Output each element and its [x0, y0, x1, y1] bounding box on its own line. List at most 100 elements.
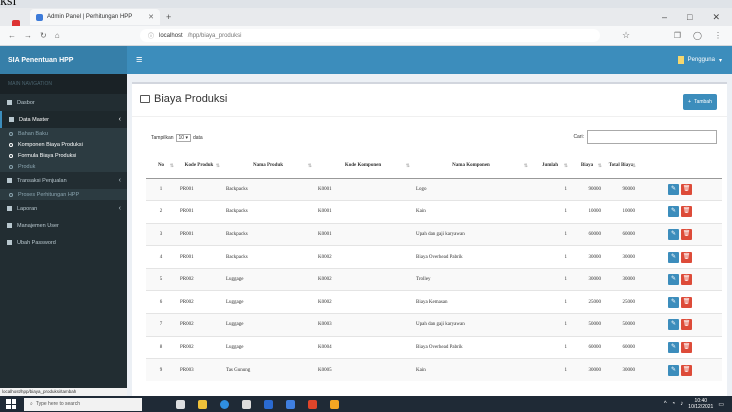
edit-button[interactable]: ✎: [668, 251, 679, 263]
sidebar-subitem-bahan-baku[interactable]: Bahan Baku: [0, 128, 127, 139]
sidebar-subitem-label: Komponen Biaya Produksi: [18, 141, 83, 148]
task-view-icon[interactable]: [176, 399, 185, 409]
url-field[interactable]: ⓘ localhost /hpp/biaya_produksi: [140, 29, 600, 42]
sidebar-subitem-komponen-biaya[interactable]: Komponen Biaya Produksi: [0, 139, 127, 150]
file-explorer-icon[interactable]: [198, 399, 207, 409]
column-header[interactable]: [638, 154, 722, 179]
sidebar-item-ubah-password[interactable]: Ubah Password: [0, 234, 127, 251]
app-brand[interactable]: SIA Penentuan HPP: [0, 46, 127, 74]
edit-button[interactable]: ✎: [668, 319, 679, 331]
maximize-icon[interactable]: □: [687, 12, 692, 23]
cell-actions: ✎ 🗑: [638, 245, 722, 269]
windows-start-icon[interactable]: [6, 399, 16, 409]
edit-button[interactable]: ✎: [668, 296, 679, 308]
cell-total: 90000: [604, 177, 638, 201]
sidebar-header: MAIN NAVIGATION: [0, 74, 127, 94]
chevron-icon: ‹: [118, 177, 121, 184]
column-header[interactable]: Nama Produk ⇅: [222, 154, 314, 179]
edit-button[interactable]: ✎: [668, 341, 679, 353]
column-header[interactable]: No ⇅: [146, 154, 176, 179]
reload-icon[interactable]: ↻: [40, 31, 47, 40]
delete-button[interactable]: 🗑: [681, 183, 692, 195]
new-tab-button[interactable]: +: [166, 12, 171, 22]
column-header[interactable]: Biaya ⇅: [570, 154, 604, 179]
volume-icon[interactable]: ♪: [680, 401, 683, 407]
delete-button[interactable]: 🗑: [681, 228, 692, 240]
hamburger-menu-icon[interactable]: ≡: [136, 54, 142, 66]
home-icon[interactable]: ⌂: [55, 31, 60, 40]
word-icon[interactable]: [264, 399, 273, 409]
sidebar-subitem-formula-biaya[interactable]: Formula Biaya Produksi: [0, 150, 127, 161]
bookmark-star-icon[interactable]: ☆: [622, 30, 630, 41]
back-icon[interactable]: ←: [8, 31, 16, 40]
add-button[interactable]: + Tambah: [683, 94, 717, 110]
delete-button[interactable]: 🗑: [681, 251, 692, 263]
app-icon[interactable]: [308, 399, 317, 409]
sort-icon[interactable]: ⇅: [524, 163, 528, 169]
cell-kode-produk: PR002: [176, 290, 222, 314]
notification-icon[interactable]: ▭: [718, 401, 724, 408]
sidebar-item-transaksi[interactable]: Transaksi Penjualan ‹: [0, 172, 127, 189]
menu-icon[interactable]: ⋮: [714, 31, 722, 40]
browser-tab[interactable]: Admin Panel | Perhitungan HPP ✕: [30, 9, 160, 25]
column-header-label: Biaya: [580, 163, 594, 169]
edit-button[interactable]: ✎: [668, 274, 679, 286]
column-header[interactable]: Nama Komponen ⇅: [412, 154, 530, 179]
cell-actions: ✎ 🗑: [638, 358, 722, 382]
store-icon[interactable]: [242, 399, 251, 409]
table-row: 8 PR002 Luggage K0004 Biaya Overhead Pabrik 1…: [146, 335, 722, 359]
tray-caret-icon[interactable]: ^: [664, 401, 667, 407]
edit-button[interactable]: ✎: [668, 228, 679, 240]
sidebar-subitem-produk[interactable]: Produk: [0, 161, 127, 172]
user-menu[interactable]: Pengguna ▾: [677, 56, 732, 64]
column-header[interactable]: Total Biaya ⇅: [604, 154, 638, 179]
edit-button[interactable]: ✎: [668, 364, 679, 376]
app-icon[interactable]: [286, 399, 295, 409]
edit-button[interactable]: ✎: [668, 206, 679, 218]
delete-button[interactable]: 🗑: [681, 274, 692, 286]
taskbar-search-input[interactable]: ⌕ Type here to search: [24, 397, 142, 411]
sort-icon[interactable]: ⇅: [216, 163, 220, 169]
sort-icon[interactable]: ⇅: [406, 163, 410, 169]
cell-total: 25000: [604, 290, 638, 314]
sidebar-item-label: Dasbor: [17, 99, 35, 106]
close-tab-icon[interactable]: ✕: [148, 13, 154, 21]
cell-no: 2: [146, 200, 176, 224]
sort-icon[interactable]: ⇅: [598, 163, 602, 169]
cell-jumlah: 1: [530, 200, 570, 224]
cell-total: 60000: [604, 335, 638, 359]
edge-icon[interactable]: [220, 399, 229, 409]
sort-icon[interactable]: ⇅: [632, 163, 636, 169]
search-input[interactable]: [587, 130, 717, 144]
clock[interactable]: 10:40 10/12/2021: [688, 398, 713, 410]
minimize-icon[interactable]: –: [662, 12, 667, 23]
page-length-select[interactable]: 10 ▾: [175, 134, 191, 142]
sort-icon[interactable]: ⇅: [564, 163, 568, 169]
sidebar-subitem-proses-hpp[interactable]: Proses Perhitungan HPP: [0, 189, 127, 200]
app-icon[interactable]: [330, 399, 339, 409]
cell-kode-komponen: K0003: [314, 313, 412, 337]
sidebar-item-manajemen-user[interactable]: Manajemen User: [0, 217, 127, 234]
network-icon[interactable]: ◔: [672, 401, 676, 407]
delete-button[interactable]: 🗑: [681, 319, 692, 331]
key-icon: [7, 240, 12, 245]
sidebar-item-laporan[interactable]: Laporan ‹: [0, 200, 127, 217]
sort-icon[interactable]: ⇅: [170, 163, 174, 169]
delete-button[interactable]: 🗑: [681, 296, 692, 308]
delete-button[interactable]: 🗑: [681, 341, 692, 353]
cell-jumlah: 1: [530, 313, 570, 337]
sidebar-item-dasbor[interactable]: Dasbor: [0, 94, 127, 111]
edit-button[interactable]: ✎: [668, 183, 679, 195]
delete-button[interactable]: 🗑: [681, 364, 692, 376]
table-row: 3 PR001 Backpacks K0001 Upah dan gaji karyaw…: [146, 222, 722, 246]
profile-icon[interactable]: ◯: [693, 31, 702, 40]
collections-icon[interactable]: ❐: [674, 31, 681, 40]
column-header[interactable]: Kode Komponen ⇅: [314, 154, 412, 179]
column-header[interactable]: Jumlah ⇅: [530, 154, 570, 179]
close-window-icon[interactable]: ✕: [712, 12, 720, 23]
sidebar-item-data-master[interactable]: Data Master ‹: [0, 111, 127, 128]
forward-icon[interactable]: →: [24, 31, 32, 40]
delete-button[interactable]: 🗑: [681, 206, 692, 218]
sort-icon[interactable]: ⇅: [308, 163, 312, 169]
column-header[interactable]: Kode Produk ⇅: [176, 154, 222, 179]
